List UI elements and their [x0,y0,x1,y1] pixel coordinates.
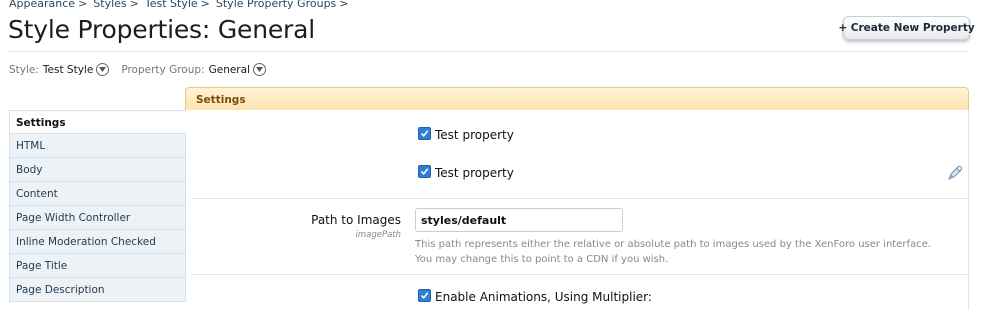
sidebar-item-html[interactable]: HTML [9,134,186,158]
breadcrumb-style-property-groups[interactable]: Style Property Groups [216,0,336,10]
sidebar-item-inline-moderation-checked[interactable]: Inline Moderation Checked [9,230,186,254]
style-filters: Style: Test Style Property Group: Genera… [9,63,278,76]
row-divider [191,198,968,199]
sidebar-item-content[interactable]: Content [9,182,186,206]
image-path-sublabel: imagePath [355,230,401,240]
settings-panel-header: Settings [185,87,969,110]
breadcrumb-styles[interactable]: Styles [93,0,126,10]
property-group-filter-label: Property Group: [121,63,205,76]
breadcrumb-appearance[interactable]: Appearance [9,0,75,10]
style-filter-label: Style: [9,63,39,76]
title-divider [8,51,968,52]
row-divider [191,274,968,275]
breadcrumb-separator: > [78,0,88,10]
sidebar-item-page-title[interactable]: Page Title [9,254,186,278]
create-new-property-button[interactable]: + Create New Property [838,16,975,40]
checkbox-checked-icon[interactable] [418,289,431,302]
path-help-line-1: This path represents either the relative… [415,239,931,250]
sidebar-item-settings[interactable]: Settings [9,110,186,134]
style-dropdown-icon[interactable] [96,63,110,76]
enable-animations-label: Enable Animations, Using Multiplier: [435,290,652,304]
breadcrumb-separator: > [339,0,349,10]
page-title: Style Properties: General [8,15,315,44]
path-to-images-help: This path represents either the relative… [415,237,931,267]
breadcrumb-separator: > [200,0,210,10]
test-property-label-2: Test property [435,166,514,180]
breadcrumb: Appearance > Styles > Test Style > Style Prope… [9,0,355,10]
test-property-checkbox-1[interactable]: Test property [418,127,514,142]
path-to-images-label: Path to Images [311,213,401,227]
property-sidebar: Settings HTML Body Content Page Width Co… [9,110,186,302]
property-group-filter-value[interactable]: General [209,64,250,76]
edit-property-icon[interactable] [946,164,964,186]
path-help-line-2: You may change this to point to a CDN if… [415,254,669,265]
style-filter-value[interactable]: Test Style [43,64,93,76]
test-property-label-1: Test property [435,128,514,142]
sidebar-item-page-width-controller[interactable]: Page Width Controller [9,206,186,230]
path-to-images-input[interactable] [415,208,623,232]
sidebar-item-page-description[interactable]: Page Description [9,278,186,302]
sidebar-item-body[interactable]: Body [9,158,186,182]
breadcrumb-separator: > [129,0,139,10]
property-group-dropdown-icon[interactable] [252,63,266,76]
checkbox-checked-icon[interactable] [418,127,431,140]
breadcrumb-test-style[interactable]: Test Style [145,0,198,10]
checkbox-checked-icon[interactable] [418,165,431,178]
enable-animations-checkbox[interactable]: Enable Animations, Using Multiplier: [418,289,652,304]
test-property-checkbox-2[interactable]: Test property [418,165,514,180]
